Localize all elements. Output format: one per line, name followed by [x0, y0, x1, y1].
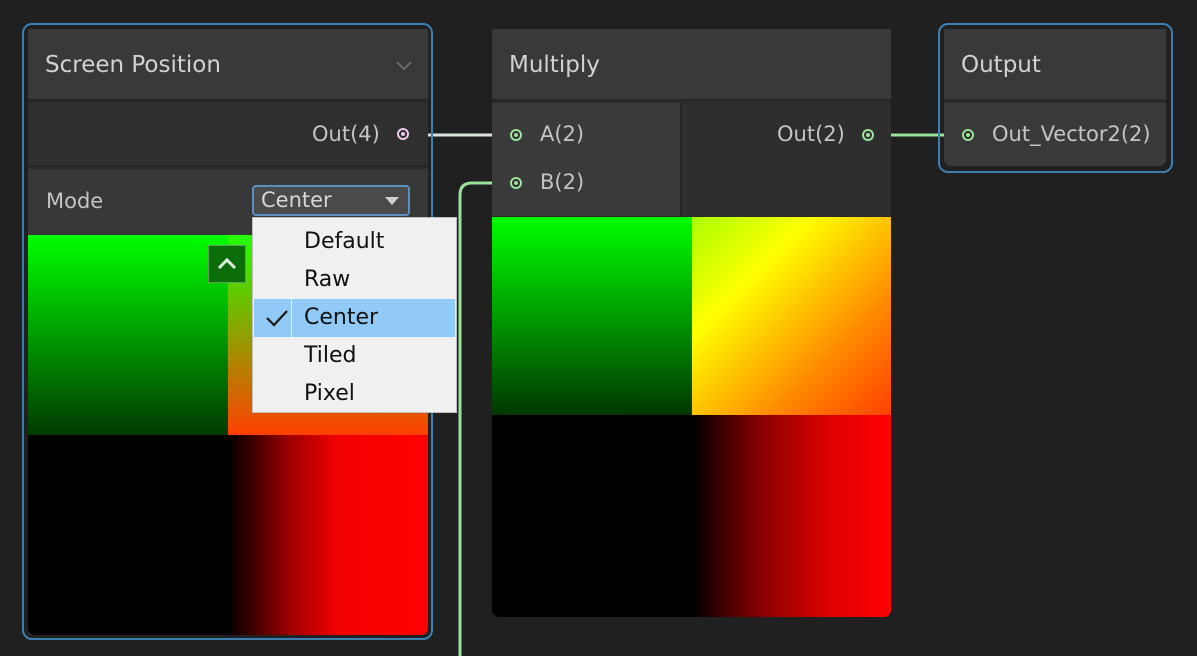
multiply-title-text: Multiply [509, 52, 600, 78]
multiply-preview [492, 217, 891, 617]
multiply-input-b-port[interactable] [510, 177, 522, 189]
mode-option-tiled[interactable]: Tiled [254, 337, 455, 375]
preview-collapse-button[interactable] [208, 245, 246, 283]
multiply-out-label: Out(2) [777, 122, 845, 146]
mode-dropdown-value: Center [261, 188, 332, 212]
screen-position-out-label: Out(4) [312, 122, 380, 146]
output-title[interactable]: Output [944, 29, 1166, 101]
mode-option-pixel[interactable]: Pixel [254, 375, 455, 413]
screen-position-title-text: Screen Position [45, 52, 221, 78]
screen-position-title[interactable]: Screen Position [28, 29, 428, 101]
screen-position-output-row: Out(4) [28, 103, 428, 167]
output-inputs: Out_Vector2(2) [944, 103, 1166, 166]
dropdown-arrow-icon [385, 197, 399, 205]
mode-label: Mode [46, 189, 104, 213]
checkmark-icon [266, 310, 288, 327]
mode-option-center[interactable]: Center [254, 299, 455, 337]
multiply-input-a-port[interactable] [510, 129, 522, 141]
multiply-input-b-label: B(2) [540, 170, 585, 194]
multiply-node[interactable]: Multiply A(2) B(2) Out(2) [492, 29, 891, 617]
mode-option-center-label: Center [304, 305, 379, 330]
mode-option-default[interactable]: Default [254, 223, 455, 261]
output-node[interactable]: Output Out_Vector2(2) [944, 29, 1166, 166]
chevron-down-icon[interactable] [396, 61, 412, 71]
output-input-label: Out_Vector2(2) [992, 122, 1151, 146]
chevron-up-icon [217, 257, 237, 270]
mode-option-raw-label: Raw [304, 267, 351, 292]
output-title-text: Output [961, 52, 1041, 78]
mode-dropdown[interactable]: Center [252, 185, 410, 216]
mode-option-default-label: Default [304, 229, 385, 254]
multiply-out-port[interactable] [862, 129, 874, 141]
multiply-input-a-label: A(2) [540, 122, 585, 146]
mode-option-tiled-label: Tiled [304, 343, 357, 368]
mode-option-pixel-label: Pixel [304, 381, 355, 406]
mode-option-raw[interactable]: Raw [254, 261, 455, 299]
multiply-title[interactable]: Multiply [492, 29, 891, 101]
multiply-outputs: Out(2) [680, 103, 891, 216]
screen-position-out-port[interactable] [397, 128, 409, 140]
output-input-port[interactable] [962, 129, 974, 141]
mode-dropdown-menu: Default Raw Center Tiled Pixel [252, 217, 457, 413]
multiply-inputs: A(2) B(2) [492, 103, 680, 216]
